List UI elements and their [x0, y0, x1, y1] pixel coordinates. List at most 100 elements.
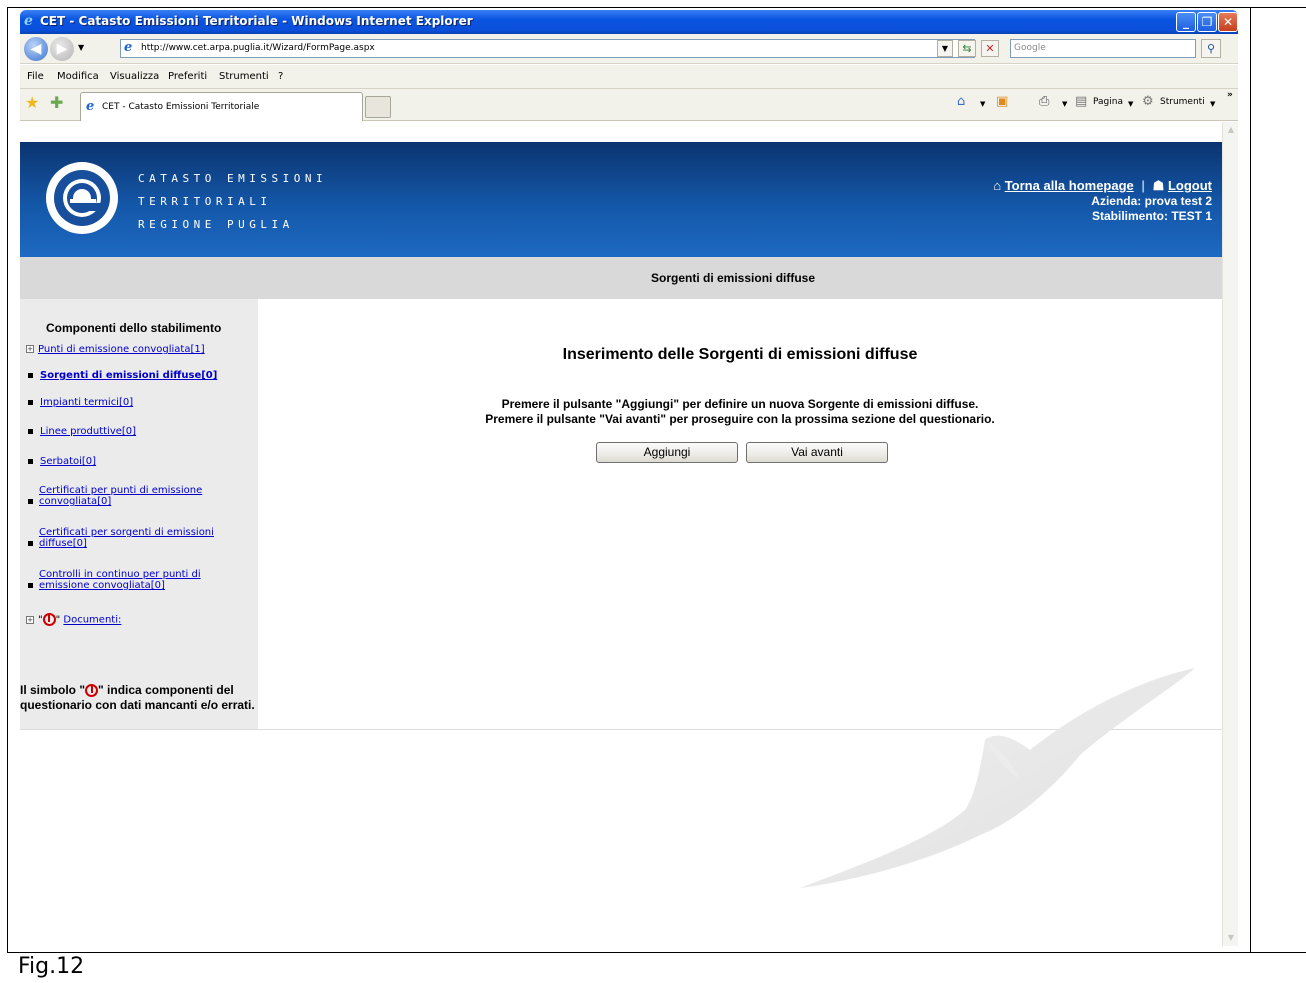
logout-link[interactable]: Logout: [1168, 178, 1212, 193]
sidebar-link[interactable]: Certificati per sorgenti di emissioni di…: [39, 527, 214, 549]
sidebar-link[interactable]: Impianti termici[0]: [40, 397, 133, 408]
menu-modifica[interactable]: Modifica: [57, 71, 99, 82]
refresh-icon[interactable]: ⇆: [958, 40, 976, 57]
tab-active[interactable]: e CET - Catasto Emissioni Territoriale: [80, 92, 363, 121]
sidebar-item-certificati-punti: Certificati per punti di emissione convo…: [26, 485, 221, 507]
stabilimento-label: Stabilimento: TEST 1: [1091, 209, 1212, 223]
address-bar: ◀ ▶ ▼ e http://www.cet.arpa.puglia.it/Wi…: [20, 34, 1238, 64]
scroll-up-icon[interactable]: ▲: [1225, 124, 1237, 136]
sidebar-item-impianti-termici: Impianti termici[0]: [26, 397, 251, 408]
menu-preferiti[interactable]: Preferiti: [168, 71, 207, 82]
expand-icon[interactable]: +: [26, 615, 34, 624]
new-tab-button[interactable]: [365, 96, 391, 118]
header-links: ⌂ Torna alla homepage | ☗ Logout Azienda…: [993, 178, 1212, 224]
feeds-icon[interactable]: ▣: [996, 95, 1008, 109]
bullet-icon: [28, 399, 33, 405]
tools-dropdown-icon[interactable]: ▼: [1210, 100, 1215, 108]
stop-icon[interactable]: ✕: [981, 40, 999, 57]
legend-prefix: Il simbolo ": [20, 683, 86, 697]
logout-icon: ☗: [1152, 178, 1165, 193]
brand-line-2: TERRITORIALI: [138, 195, 272, 208]
tools-menu[interactable]: Strumenti: [1160, 97, 1205, 107]
add-favorites-icon[interactable]: ✚: [50, 95, 63, 111]
main-title: Inserimento delle Sorgenti di emissioni …: [562, 346, 918, 363]
sidebar-item-serbatoi: Serbatoi[0]: [26, 456, 251, 467]
site-header: CATASTO EMISSIONI TERRITORIALI REGIONE P…: [20, 142, 1222, 257]
print-dropdown-icon[interactable]: ▼: [1062, 100, 1067, 108]
sidebar-link[interactable]: Linee produttive[0]: [40, 426, 136, 437]
favorites-star-icon[interactable]: ★: [25, 95, 39, 111]
tab-label: CET - Catasto Emissioni Territoriale: [102, 102, 260, 112]
figure-caption: Fig.12: [18, 954, 85, 979]
more-chevron-icon[interactable]: »: [1227, 90, 1233, 100]
back-button[interactable]: ◀: [24, 37, 48, 61]
bullet-icon: [28, 541, 33, 546]
figure-frame-right-rule: [1250, 7, 1251, 953]
menu-strumenti[interactable]: Strumenti: [219, 71, 269, 82]
minimize-button[interactable]: _: [1176, 12, 1196, 32]
home-link[interactable]: Torna alla homepage: [1005, 178, 1134, 193]
sidebar-link[interactable]: Documenti:: [63, 615, 121, 626]
url-dropdown-icon[interactable]: ▼: [937, 40, 953, 57]
sidebar-link[interactable]: Serbatoi[0]: [40, 456, 96, 467]
window-titlebar: e CET - Catasto Emissioni Territoriale -…: [20, 10, 1238, 34]
page-menu[interactable]: Pagina: [1093, 97, 1123, 107]
menu-visualizza[interactable]: Visualizza: [110, 71, 159, 82]
sidebar-link[interactable]: Sorgenti di emissioni diffuse[0]: [40, 370, 217, 381]
vertical-scrollbar[interactable]: ▲ ▼: [1222, 122, 1238, 946]
page-icon: e: [124, 40, 133, 55]
sidebar: Componenti dello stabilimento + Punti di …: [20, 299, 258, 729]
tab-bar: ★ ✚ e CET - Catasto Emissioni Territoria…: [20, 89, 1238, 121]
warning-icon: [42, 613, 56, 626]
azienda-label: Azienda: prova test 2: [1091, 194, 1212, 208]
sidebar-title: Componenti dello stabilimento: [46, 321, 222, 335]
sidebar-item-documenti: + " " Documenti:: [26, 613, 122, 626]
seagull-watermark: [800, 668, 1195, 888]
section-bar: Sorgenti di emissioni diffuse: [20, 257, 1222, 299]
brand-line-3: REGIONE PUGLIA: [138, 218, 294, 231]
expand-icon[interactable]: +: [26, 345, 34, 353]
history-dropdown-icon[interactable]: ▼: [78, 43, 84, 52]
sidebar-item-punti-emissione: + Punti di emissione convogliata[1]: [26, 344, 251, 355]
bullet-icon: [28, 499, 33, 504]
cet-logo[interactable]: [46, 162, 118, 234]
sidebar-link[interactable]: Controlli in continuo per punti di emiss…: [39, 569, 201, 591]
warning-icon: [85, 684, 99, 698]
ie-logo-icon: e: [24, 13, 33, 29]
bullet-icon: [28, 372, 33, 378]
tools-gear-icon: ⚙: [1142, 94, 1154, 109]
menu-file[interactable]: File: [27, 71, 44, 82]
bullet-icon: [28, 428, 33, 434]
home-dropdown-icon[interactable]: ▼: [980, 100, 985, 108]
section-title: Sorgenti di emissioni diffuse: [651, 271, 816, 285]
print-icon[interactable]: ⎙: [1039, 95, 1049, 109]
sidebar-link[interactable]: Punti di emissione convogliata[1]: [38, 344, 205, 355]
page-menu-icon: ▤: [1075, 94, 1088, 109]
page-dropdown-icon[interactable]: ▼: [1128, 100, 1133, 108]
instruction-next: Premere il pulsante "Vai avanti" per pro…: [485, 412, 995, 426]
window-title: CET - Catasto Emissioni Territoriale - W…: [40, 14, 473, 28]
menu-help[interactable]: ?: [278, 71, 283, 82]
link-separator: |: [1141, 178, 1146, 193]
forward-button[interactable]: ▶: [50, 37, 74, 61]
sidebar-link[interactable]: Certificati per punti di emissione convo…: [39, 485, 202, 507]
sidebar-divider: [20, 729, 258, 730]
url-field[interactable]: e http://www.cet.arpa.puglia.it/Wizard/F…: [120, 39, 975, 58]
search-icon[interactable]: ⚲: [1201, 39, 1221, 58]
menu-bar: File Modifica Visualizza Preferiti Strum…: [20, 65, 1238, 89]
instruction-add: Premere il pulsante "Aggiungi" per defin…: [501, 397, 979, 411]
maximize-button[interactable]: ❐: [1197, 12, 1217, 32]
search-input[interactable]: Google: [1010, 39, 1196, 58]
sidebar-item-certificati-sorgenti: Certificati per sorgenti di emissioni di…: [26, 527, 241, 549]
sidebar-legend-note: Il simbolo " " indica componenti del ques…: [20, 683, 255, 713]
tab-ie-icon: e: [86, 99, 95, 114]
next-button[interactable]: Vai avanti: [746, 442, 888, 463]
bullet-icon: [28, 583, 33, 588]
scroll-down-icon[interactable]: ▼: [1225, 932, 1237, 944]
sidebar-item-sorgenti-diffuse: Sorgenti di emissioni diffuse[0]: [26, 370, 251, 381]
sidebar-item-controlli-continuo: Controlli in continuo per punti di emiss…: [26, 569, 221, 591]
close-button[interactable]: ✕: [1218, 12, 1238, 32]
home-icon[interactable]: ⌂: [957, 95, 965, 109]
url-text: http://www.cet.arpa.puglia.it/Wizard/For…: [141, 43, 375, 53]
add-button[interactable]: Aggiungi: [596, 442, 738, 463]
